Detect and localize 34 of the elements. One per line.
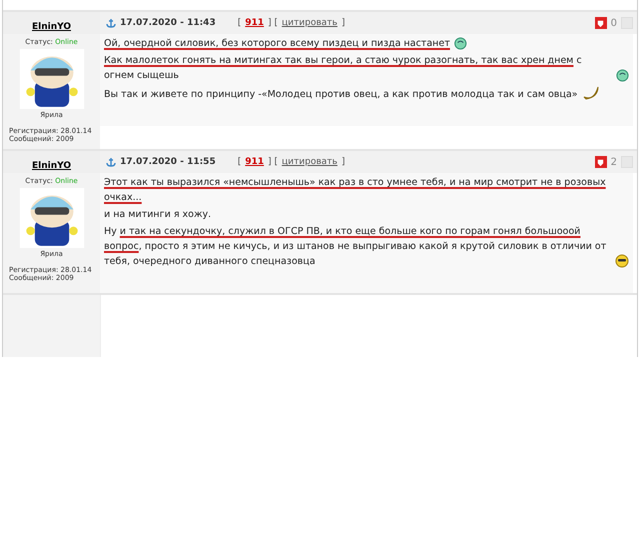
quote-link[interactable]: цитировать <box>282 18 338 28</box>
post-text: Как малолеток гонять на митингах так вы герои, а стаю чурок разогнать, так вас хрен днем с огнем сыщешь <box>104 54 583 83</box>
post-date: 17.07.2020 - 11:55 <box>120 157 216 167</box>
post-number-link[interactable]: 911 <box>245 18 264 28</box>
vote-down-button[interactable] <box>594 156 607 168</box>
post-text: Этот как ты выразился «немсышленышь» как раз в сто умнее тебя, и на мир смотрит не в розовых очках... <box>104 176 607 205</box>
avatar-drawing <box>18 188 84 248</box>
post-text: Ой, очердной силовик, без которого всему пиздец и пизда настанет <box>104 37 450 51</box>
rating-count: 2 <box>610 156 617 168</box>
banana-icon <box>582 85 600 101</box>
quote-link[interactable]: цитировать <box>282 157 338 167</box>
vote-down-button[interactable] <box>594 17 607 29</box>
bracket-text: [ <box>238 157 242 167</box>
author-link[interactable]: ElninYO <box>32 160 71 170</box>
thumb-down-icon <box>596 18 606 28</box>
post-text: Вы так и живете по принципу -«Молодец против овец, а как против молодца так и сам овца» <box>104 88 578 102</box>
avatar-drawing <box>18 49 84 109</box>
smiley-icon <box>616 69 629 82</box>
post-text: Ну и так на секундочку, служил в ОГСР ПВ, и кто еще больше кого по горам гонял большооой вопрос, просто я этим не кичусь, и из штанов не выпрыгиваю какой я крутой силовик в отличии от тебя, очередного диванного спецназовца <box>104 225 608 269</box>
bracket-text: ] [ <box>268 157 278 167</box>
rating-count: 0 <box>610 18 617 28</box>
bracket-text: ] [ <box>268 18 278 28</box>
anchor-icon[interactable] <box>106 18 116 28</box>
sunglasses-smiley-icon <box>615 254 629 268</box>
smiley-icon <box>454 37 467 50</box>
thumb-down-icon <box>596 158 606 166</box>
author-link[interactable]: ElninYO <box>32 22 71 32</box>
anchor-icon[interactable] <box>106 157 116 167</box>
bracket-text: [ <box>238 18 242 28</box>
post-text: и на митинги я хожу. <box>104 208 212 222</box>
post-date: 17.07.2020 - 11:43 <box>120 18 216 28</box>
bracket-text: ] <box>341 157 345 167</box>
bracket-text: ] <box>341 18 345 28</box>
post-number-link[interactable]: 911 <box>245 157 264 167</box>
